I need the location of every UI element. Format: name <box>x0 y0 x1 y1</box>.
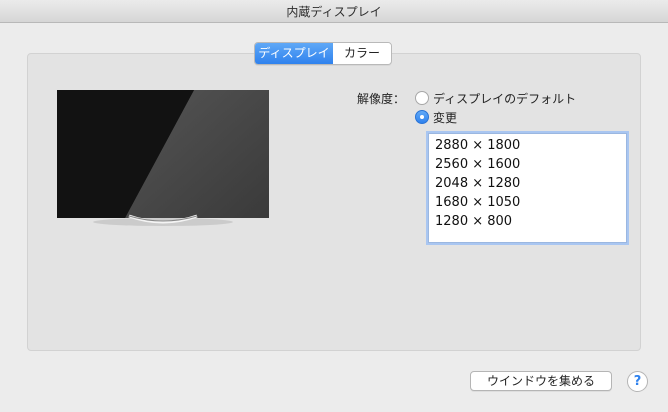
radio-default-label[interactable]: ディスプレイのデフォルト <box>433 90 576 107</box>
title-bar[interactable]: 内蔵ディスプレイ <box>0 0 668 23</box>
gather-windows-button[interactable]: ウインドウを集める <box>470 371 612 391</box>
list-item[interactable]: 2560 × 1600 <box>429 155 626 174</box>
tab-bar: ディスプレイ カラー <box>254 42 392 65</box>
radio-scaled-label[interactable]: 変更 <box>433 109 457 126</box>
list-item[interactable]: 2048 × 1280 <box>429 174 626 193</box>
list-item[interactable]: 2880 × 1800 <box>429 136 626 155</box>
monitor-icon <box>57 90 269 226</box>
resolution-label: 解像度： <box>357 92 406 106</box>
resolution-list[interactable]: 2880 × 1800 2560 × 1600 2048 × 1280 1680… <box>428 133 627 243</box>
help-icon[interactable]: ? <box>627 371 648 392</box>
list-item[interactable]: 1280 × 800 <box>429 212 626 231</box>
display-preferences-window: 内蔵ディスプレイ ディスプレイ カラー 解像度： ディスプレイのデフォルト 変更 <box>0 0 668 412</box>
window-title: 内蔵ディスプレイ <box>286 5 382 19</box>
tab-display[interactable]: ディスプレイ <box>255 43 333 64</box>
radio-scaled[interactable] <box>415 110 429 124</box>
list-item[interactable]: 1680 × 1050 <box>429 193 626 212</box>
tab-color[interactable]: カラー <box>333 43 391 64</box>
radio-default[interactable] <box>415 91 429 105</box>
